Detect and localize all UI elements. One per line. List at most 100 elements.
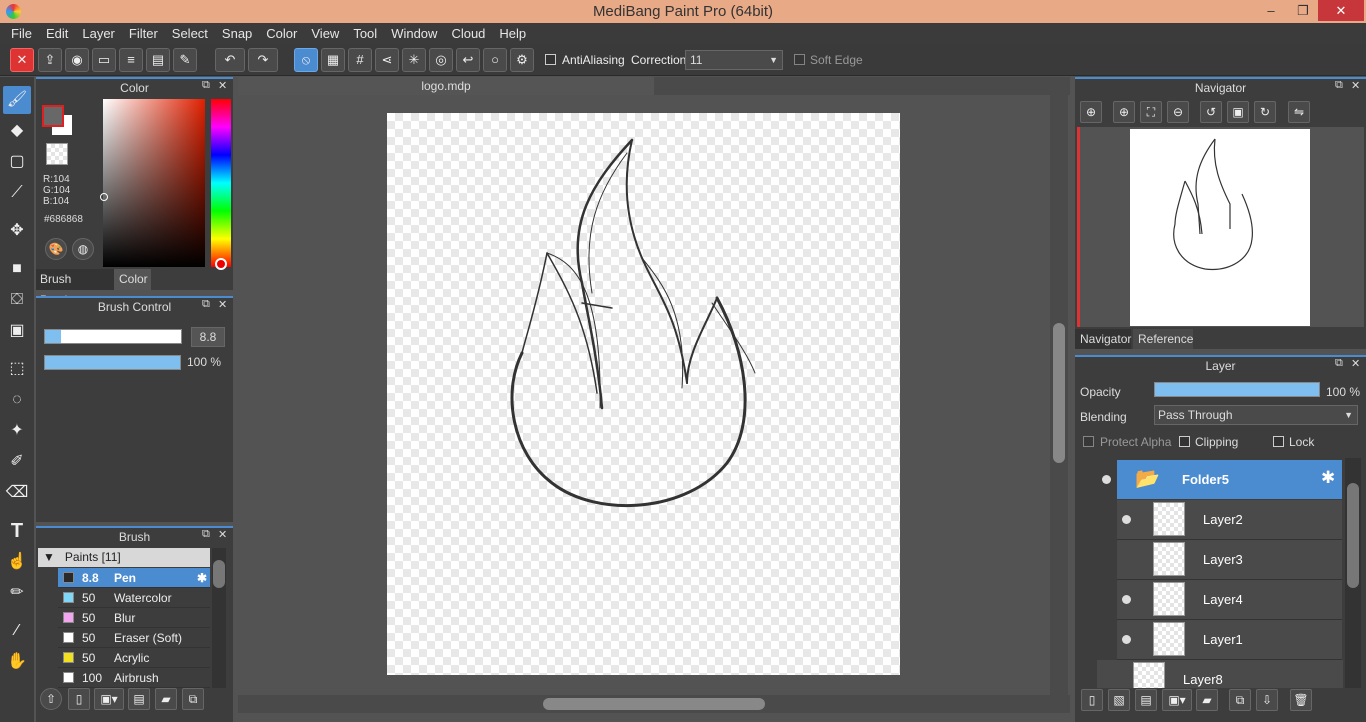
edit-list-icon[interactable]: ✎: [173, 48, 197, 72]
speech-bubble-alt-icon[interactable]: ▭: [92, 48, 116, 72]
brush-item[interactable]: 50 Watercolor: [58, 588, 210, 608]
zoom-actual-icon[interactable]: ⊕: [1080, 101, 1102, 123]
rotate-left-icon[interactable]: ↺: [1200, 101, 1222, 123]
snap-settings-icon[interactable]: ⚙: [510, 48, 534, 72]
foreground-color-swatch[interactable]: [42, 105, 64, 127]
palette-icon[interactable]: 🎨: [45, 238, 67, 260]
gear-icon[interactable]: ✱: [197, 571, 207, 585]
fit-screen-icon[interactable]: ⛶: [1140, 101, 1162, 123]
close-button[interactable]: ✕: [1318, 0, 1364, 21]
vertical-scrollbar[interactable]: [1050, 95, 1068, 695]
tab-brush-preview[interactable]: Brush Preview: [36, 269, 114, 307]
brush-scroll-thumb[interactable]: [213, 560, 225, 588]
new-8bit-layer-icon[interactable]: ▤: [1135, 689, 1157, 711]
close-icon[interactable]: ✕: [1351, 357, 1360, 370]
hue-handle[interactable]: [215, 258, 227, 270]
palette-settings-icon[interactable]: ◍: [72, 238, 94, 260]
zoom-out-icon[interactable]: ⊖: [1167, 101, 1189, 123]
divide-tool-icon[interactable]: ✏: [3, 579, 31, 607]
brush-item[interactable]: 8.8 Pen ✱: [58, 568, 210, 588]
layer-row[interactable]: Layer2: [1117, 500, 1342, 540]
shape-tool-icon[interactable]: ▢: [3, 148, 31, 176]
snap-off-icon[interactable]: ⦸: [294, 48, 318, 72]
color-picker-cursor[interactable]: [100, 193, 108, 201]
tab-reference[interactable]: Reference: [1133, 329, 1193, 349]
eraser-tool-icon[interactable]: ◆: [3, 117, 31, 145]
close-icon[interactable]: ✕: [218, 528, 227, 541]
eyedropper-icon[interactable]: ⁄: [3, 617, 31, 645]
tab-navigator[interactable]: Navigator: [1075, 329, 1131, 349]
menu-file[interactable]: File: [4, 23, 39, 44]
cancel-icon[interactable]: ✕: [10, 48, 34, 72]
menu-help[interactable]: Help: [492, 23, 533, 44]
blending-select[interactable]: Pass Through ▼: [1154, 405, 1358, 425]
brush-opacity-slider[interactable]: [44, 355, 181, 370]
brush-group-header[interactable]: ▼ Paints [11]: [38, 548, 210, 567]
folder-row[interactable]: 📂 Folder5 ✱: [1117, 460, 1342, 499]
magic-wand-icon[interactable]: ✦: [3, 417, 31, 445]
brush-add-menu-icon[interactable]: ▣▾: [94, 688, 124, 710]
radial-snap-icon[interactable]: ✳: [402, 48, 426, 72]
brush-size-value[interactable]: 8.8: [191, 327, 225, 347]
document-icon[interactable]: ≡: [119, 48, 143, 72]
select-rect-icon[interactable]: ⬚: [3, 355, 31, 383]
layer-scroll-thumb[interactable]: [1347, 483, 1359, 588]
protect-alpha-checkbox[interactable]: [1083, 436, 1094, 447]
flip-horizontal-icon[interactable]: ⇋: [1288, 101, 1310, 123]
clipping-checkbox[interactable]: [1179, 436, 1190, 447]
trash-icon[interactable]: 🗑: [1290, 689, 1312, 711]
dot-brush-icon[interactable]: ⟋: [3, 179, 31, 207]
lock-checkbox[interactable]: [1273, 436, 1284, 447]
brush-tool-icon[interactable]: 🖌: [3, 86, 31, 114]
popout-icon[interactable]: ⧉: [202, 298, 210, 311]
concentric-snap-icon[interactable]: ◎: [429, 48, 453, 72]
menu-filter[interactable]: Filter: [122, 23, 165, 44]
popout-icon[interactable]: ⧉: [202, 79, 210, 92]
text-tool-icon[interactable]: T: [3, 517, 31, 545]
document-tab[interactable]: logo.mdp: [238, 77, 654, 95]
saturation-value-square[interactable]: [103, 99, 205, 267]
visibility-icon[interactable]: [1122, 515, 1131, 524]
new-layer-icon[interactable]: ▯: [1081, 689, 1103, 711]
layer-scrollbar[interactable]: [1345, 458, 1361, 688]
close-icon[interactable]: ✕: [1351, 79, 1360, 92]
new-brush-icon[interactable]: ▯: [68, 688, 90, 710]
menu-edit[interactable]: Edit: [39, 23, 75, 44]
hand-tool-icon[interactable]: ✋: [3, 648, 31, 676]
export-icon[interactable]: ⇪: [38, 48, 62, 72]
maximize-button[interactable]: ❐: [1288, 0, 1318, 21]
zoom-in-icon[interactable]: ⊕: [1113, 101, 1135, 123]
visibility-icon[interactable]: [1122, 595, 1131, 604]
menu-snap[interactable]: Snap: [215, 23, 259, 44]
popout-icon[interactable]: ⧉: [1335, 79, 1343, 92]
select-pen-icon[interactable]: ✐: [3, 448, 31, 476]
brush-size-slider[interactable]: [44, 329, 182, 344]
brush-cloud-icon[interactable]: ⇧: [40, 688, 62, 710]
redo-icon[interactable]: ↷: [248, 48, 278, 72]
popout-icon[interactable]: ⧉: [1335, 357, 1343, 370]
layer-row-outer[interactable]: Layer8: [1097, 660, 1343, 688]
select-eraser-icon[interactable]: ⌫: [3, 479, 31, 507]
brush-item[interactable]: 50 Eraser (Soft): [58, 628, 210, 648]
brush-scrollbar[interactable]: [212, 548, 226, 688]
operation-tool-icon[interactable]: ☝: [3, 548, 31, 576]
rotate-right-icon[interactable]: ↻: [1254, 101, 1276, 123]
brush-item[interactable]: 50 Acrylic: [58, 648, 210, 668]
layer-opacity-slider[interactable]: [1154, 382, 1320, 397]
lasso-icon[interactable]: ◌: [3, 386, 31, 414]
menu-window[interactable]: Window: [384, 23, 444, 44]
speech-bubble-icon[interactable]: ◉: [65, 48, 89, 72]
menu-select[interactable]: Select: [165, 23, 215, 44]
transparent-color-swatch[interactable]: [46, 143, 68, 165]
brush-settings-icon[interactable]: ▤: [128, 688, 150, 710]
menu-cloud[interactable]: Cloud: [444, 23, 492, 44]
antialiasing-checkbox[interactable]: [545, 54, 556, 65]
menu-color[interactable]: Color: [259, 23, 304, 44]
folder-visibility-icon[interactable]: [1102, 475, 1111, 484]
layer-row[interactable]: Layer1: [1117, 620, 1342, 660]
horizontal-scrollbar[interactable]: [238, 695, 1070, 713]
brush-duplicate-icon[interactable]: ⧉: [182, 688, 204, 710]
fill-rect-icon[interactable]: ■: [3, 255, 31, 283]
hue-slider[interactable]: [211, 99, 231, 267]
new-folder-icon[interactable]: ▰: [1196, 689, 1218, 711]
